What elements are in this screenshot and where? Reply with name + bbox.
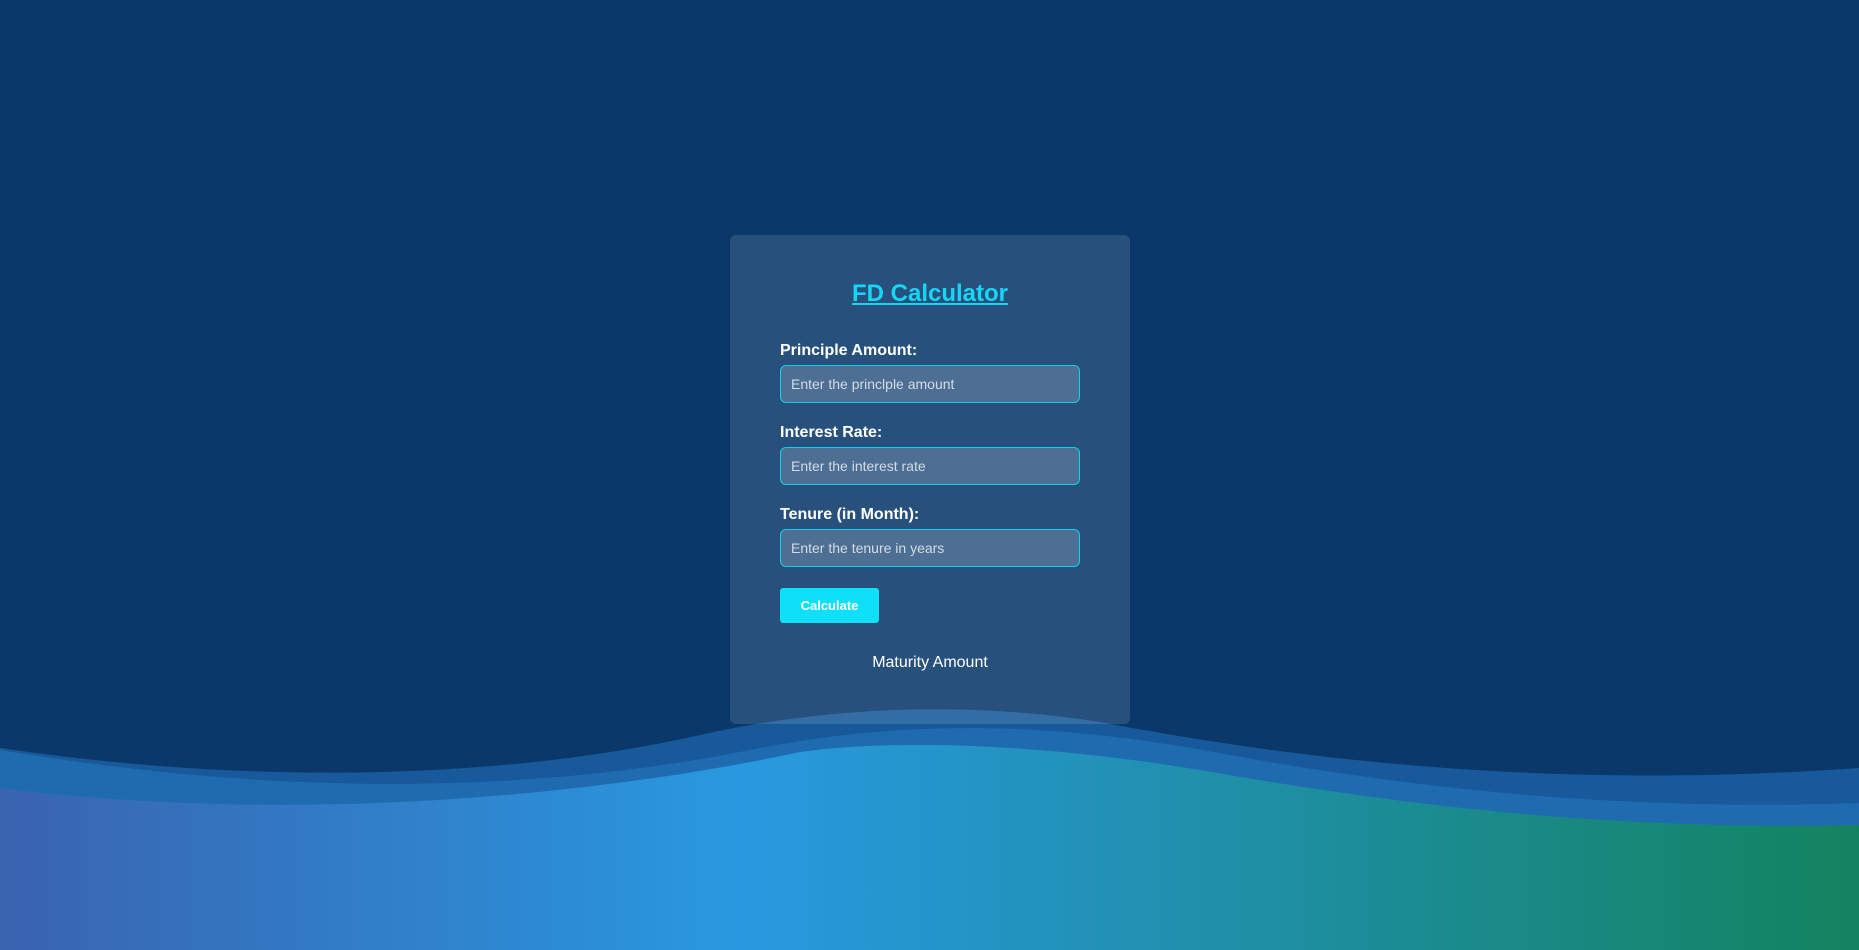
maturity-amount-result: Maturity Amount: [872, 654, 988, 671]
tenure-field: Tenure (in Month):: [780, 506, 1080, 567]
interest-rate-label: Interest Rate:: [780, 424, 883, 441]
calculate-button[interactable]: Calculate: [780, 588, 879, 623]
tenure-input[interactable]: [780, 529, 1080, 567]
principle-amount-label: Principle Amount:: [780, 342, 918, 359]
tenure-label: Tenure (in Month):: [780, 506, 920, 523]
principle-amount-field: Principle Amount:: [780, 342, 1080, 403]
principle-amount-input[interactable]: [780, 365, 1080, 403]
page-title: FD Calculator: [851, 280, 1009, 307]
interest-rate-field: Interest Rate:: [780, 424, 1080, 485]
calculator-card: FD Calculator Principle Amount: Interest…: [730, 235, 1130, 724]
interest-rate-input[interactable]: [780, 447, 1080, 485]
